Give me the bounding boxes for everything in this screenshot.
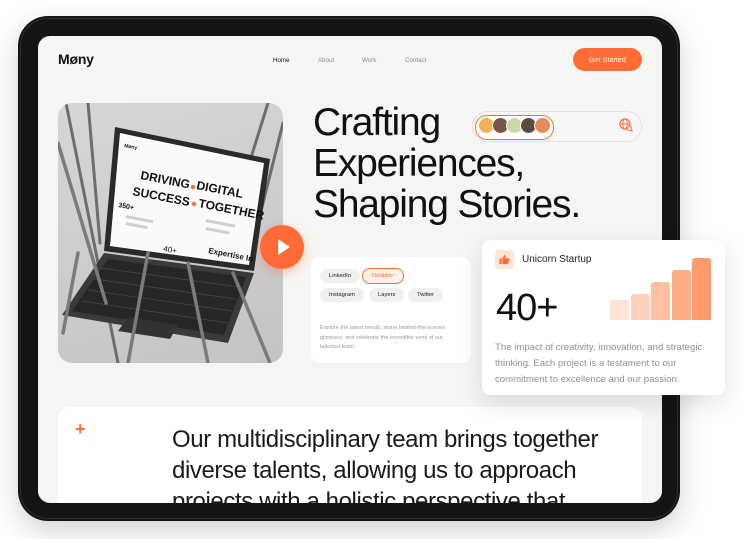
chip-instagram[interactable]: Instagram (320, 288, 364, 302)
thumbs-up-icon (495, 250, 514, 269)
avatars-pill (472, 111, 642, 142)
stats-bar (692, 258, 711, 320)
laptop-image: Møny DRIVING DIGITAL SUCCESS TOGETHER 35… (58, 103, 283, 363)
stats-bar (671, 270, 691, 320)
chip-linkedin[interactable]: LinkedIn (320, 269, 360, 283)
stats-title: Unicorn Startup (522, 254, 592, 265)
stats-bar-chart (610, 258, 711, 320)
nav-work[interactable]: Work (362, 57, 376, 64)
social-card: LinkedIn Dribbble Instagram Layers Twitt… (311, 257, 471, 363)
headline-line-3: Shaping Stories. (313, 183, 581, 226)
stats-bar (610, 300, 629, 320)
about-card: + Our multidisciplinary team brings toge… (58, 407, 642, 503)
plus-icon: + (75, 419, 86, 439)
nav-contact[interactable]: Contact (405, 57, 426, 64)
stats-bar (630, 293, 650, 320)
avatar-group[interactable] (475, 115, 554, 140)
globe-search-icon[interactable] (619, 118, 633, 132)
unicorn-startup-card: Unicorn Startup 40+ The impact of creati… (482, 240, 725, 395)
chip-twitter[interactable]: Twitter (408, 288, 444, 302)
nav-home[interactable]: Home (273, 57, 290, 64)
social-description: Explore the latest trends, share behind-… (320, 325, 445, 350)
avatar (534, 117, 551, 134)
chip-dribbble[interactable]: Dribbble (362, 268, 404, 284)
brand-logo[interactable]: Møny (58, 51, 94, 67)
headline-line-2: Experiences, (313, 142, 525, 185)
stats-description: The impact of creativity, innovation, an… (495, 342, 703, 385)
stats-bar (651, 281, 670, 320)
get-started-button[interactable]: Get Started (573, 48, 642, 71)
about-text: Our multidisciplinary team brings togeth… (172, 426, 599, 503)
play-button[interactable] (260, 225, 304, 269)
nav-about[interactable]: About (318, 57, 334, 64)
stats-number: 40+ (496, 287, 558, 329)
chip-layers[interactable]: Layers (369, 288, 405, 302)
